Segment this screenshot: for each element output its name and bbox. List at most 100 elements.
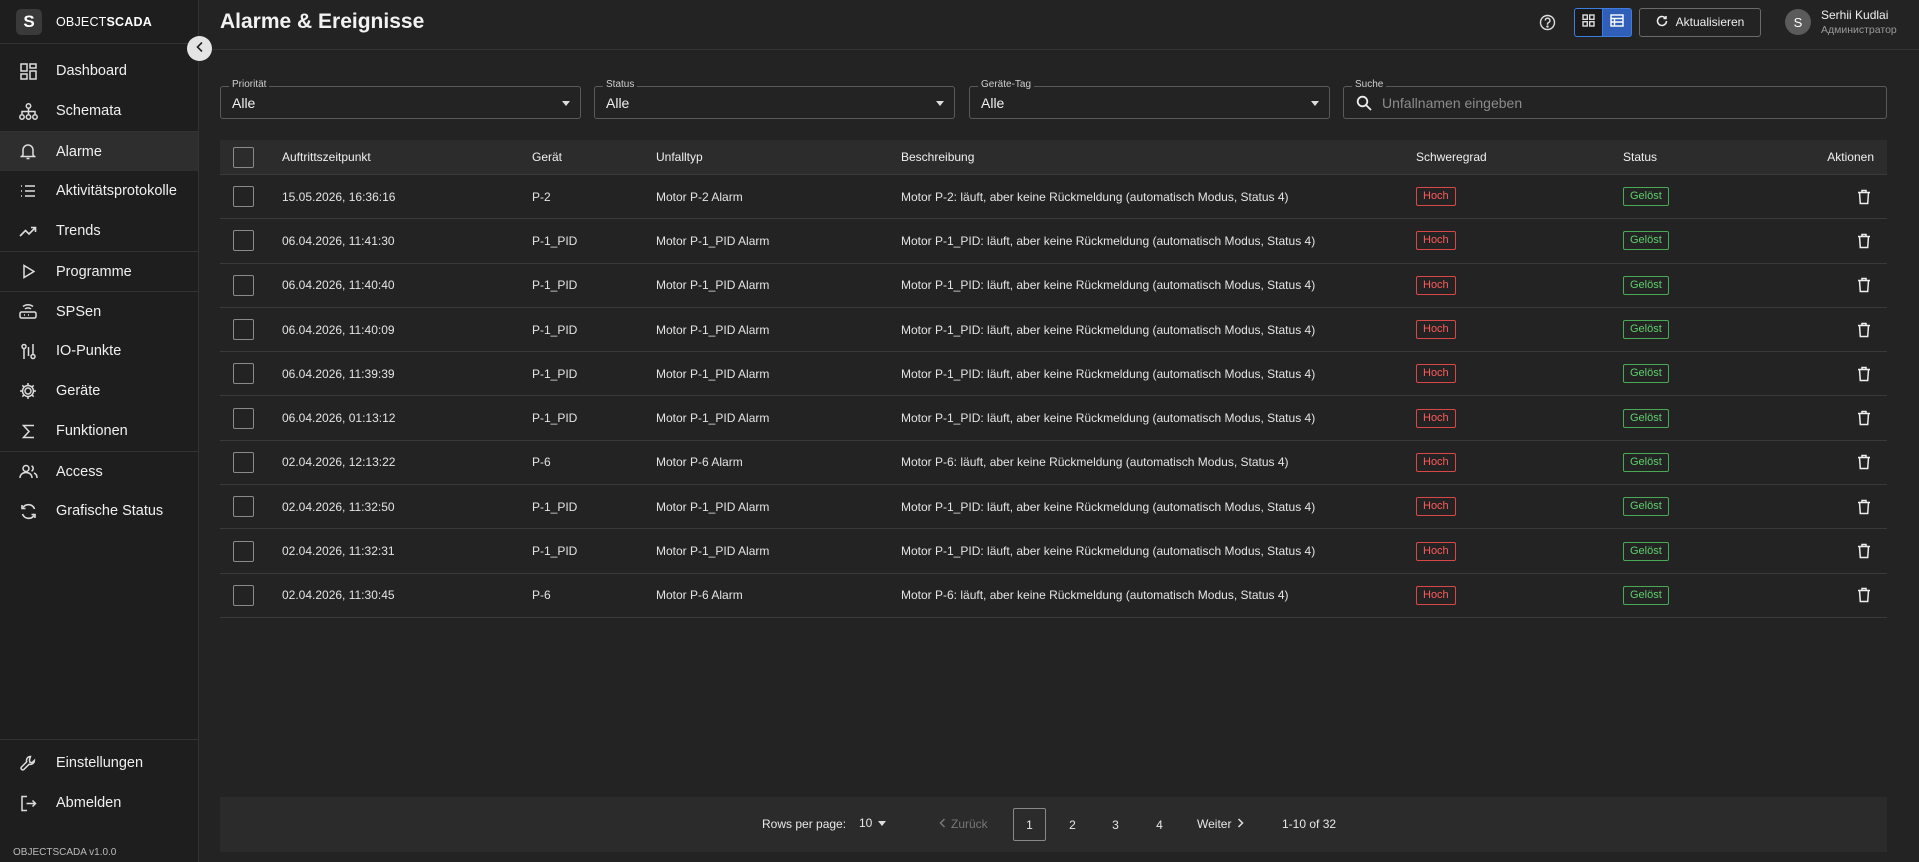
previous-page-label: Zurück [951,817,988,831]
trash-icon[interactable] [1854,275,1874,295]
row-checkbox[interactable] [233,363,254,385]
severity-badge: Hoch [1416,187,1456,207]
cell-description: Motor P-1_PID: läuft, aber keine Rückmel… [901,233,1316,248]
header-status[interactable]: Status [1623,150,1795,164]
trash-icon[interactable] [1854,320,1874,340]
row-checkbox[interactable] [233,584,254,606]
table-row[interactable]: 02.04.2026, 12:13:22 P-6 Motor P-6 Alarm Mo… [220,441,1887,486]
row-checkbox[interactable] [233,451,254,473]
cell-description: Motor P-6: läuft, aber keine Rückmeldung… [901,455,1289,470]
priority-select[interactable]: Priorität Alle [220,79,581,119]
cell-type: Motor P-1_PID Alarm [656,233,770,248]
table-row[interactable]: 02.04.2026, 11:32:50 P-1_PID Motor P-1_PID… [220,485,1887,530]
header-severity[interactable]: Schweregrad [1416,150,1623,164]
table-row[interactable]: 02.04.2026, 11:32:31 P-1_PID Motor P-1_PID… [220,529,1887,574]
cell-actions [1795,364,1887,384]
table-row[interactable]: 06.04.2026, 11:41:30 P-1_PID Motor P-1_PID… [220,219,1887,264]
cell-severity: Hoch [1416,187,1623,207]
row-checkbox[interactable] [233,319,254,341]
trash-icon[interactable] [1854,585,1874,605]
table-row[interactable]: 06.04.2026, 01:13:12 P-1_PID Motor P-1_PID… [220,396,1887,441]
cell-status: Gelöst [1623,585,1795,605]
sidebar-item-grafische-status[interactable]: Grafische Status [0,491,198,531]
table-row[interactable]: 06.04.2026, 11:40:09 P-1_PID Motor P-1_PID… [220,308,1887,353]
sidebar-item-alarme[interactable]: Alarme [0,131,198,171]
header-type[interactable]: Unfalltyp [656,150,901,164]
sidebar-item-io-punkte[interactable]: IO-Punkte [0,331,198,371]
refresh-label: Aktualisieren [1675,15,1745,29]
sidebar-item-programme[interactable]: Programme [0,251,198,291]
sidebar-item-aktivitaetsprotokolle[interactable]: Aktivitätsprotokolle [0,171,198,211]
cell-severity: Hoch [1416,275,1623,295]
status-badge: Gelöst [1623,275,1669,295]
header-description[interactable]: Beschreibung [901,150,1416,164]
cell-type: Motor P-1_PID Alarm [656,499,770,514]
status-badge: Gelöst [1623,408,1669,428]
sidebar-item-funktionen[interactable]: Funktionen [0,411,198,451]
page-button-4[interactable]: 4 [1143,808,1176,841]
cell-status: Gelöst [1623,408,1795,428]
wrench-icon [18,753,38,773]
page-button-2[interactable]: 2 [1056,808,1089,841]
sidebar-item-abmelden[interactable]: Abmelden [0,783,199,823]
user-menu[interactable]: S Serhii Kudlai Администратор [1785,7,1919,37]
page-button-1[interactable]: 1 [1013,808,1046,841]
header-time[interactable]: Auftrittszeitpunkt [282,150,532,164]
sidebar-item-spsen[interactable]: SPSen [0,291,198,331]
sidebar-item-schemata[interactable]: Schemata [0,91,198,131]
trash-icon[interactable] [1854,408,1874,428]
trash-icon[interactable] [1854,541,1874,561]
rows-per-page-select[interactable]: 10 [859,816,887,830]
sidebar-item-einstellungen[interactable]: Einstellungen [0,743,199,783]
status-select[interactable]: Status Alle [594,79,955,119]
view-toggle [1574,7,1632,37]
trash-icon[interactable] [1854,452,1874,472]
sidebar-item-trends[interactable]: Trends [0,211,198,251]
sidebar-item-geraete[interactable]: Geräte [0,371,198,411]
table-view-button[interactable] [1603,7,1632,37]
row-checkbox[interactable] [233,540,254,562]
device-tag-select[interactable]: Geräte-Tag Alle [969,79,1330,119]
brand-name: OBJECTSCADA [56,15,152,29]
chevron-left-icon [939,817,946,831]
priority-value: Alle [232,95,256,111]
sidebar-item-label: Funktionen [56,423,128,439]
cell-status: Gelöst [1623,231,1795,251]
header-device[interactable]: Gerät [532,150,656,164]
row-checkbox[interactable] [233,230,254,252]
gear-icon [18,381,38,401]
help-icon[interactable] [1538,13,1556,31]
status-badge: Gelöst [1623,541,1669,561]
cell-time: 02.04.2026, 11:32:50 [282,499,395,514]
trash-icon[interactable] [1854,187,1874,207]
cell-description: Motor P-1_PID: läuft, aber keine Rückmel… [901,322,1316,337]
row-checkbox[interactable] [233,407,254,429]
cell-device: P-1_PID [532,233,578,248]
cell-time: 06.04.2026, 11:40:09 [282,322,395,337]
page-button-3[interactable]: 3 [1099,808,1132,841]
table-row[interactable]: 06.04.2026, 11:40:40 P-1_PID Motor P-1_PID… [220,264,1887,308]
sidebar-item-label: Schemata [56,103,122,119]
refresh-button[interactable]: Aktualisieren [1639,7,1761,37]
search-input[interactable] [1382,92,1862,114]
trash-icon[interactable] [1854,231,1874,251]
select-all-checkbox[interactable] [233,146,254,168]
row-checkbox[interactable] [233,186,254,208]
table-row[interactable]: 15.05.2026, 16:36:16 P-2 Motor P-2 Alarm Mo… [220,175,1887,220]
table-row[interactable]: 06.04.2026, 11:39:39 P-1_PID Motor P-1_PID… [220,352,1887,397]
previous-page-button[interactable]: Zurück [939,817,988,831]
cell-time: 06.04.2026, 11:40:40 [282,278,395,293]
table-row[interactable]: 02.04.2026, 11:30:45 P-6 Motor P-6 Alarm Mo… [220,574,1887,618]
sidebar-item-access[interactable]: Access [0,451,198,491]
sidebar-collapse-button[interactable] [187,36,212,61]
grid-view-button[interactable] [1574,7,1603,37]
cell-type: Motor P-1_PID Alarm [656,278,770,293]
next-page-button[interactable]: Weiter [1197,817,1245,831]
row-checkbox[interactable] [233,274,254,296]
row-checkbox[interactable] [233,496,254,518]
rows-per-page-label: Rows per page: [762,817,847,831]
row-select-cell [220,451,282,473]
trash-icon[interactable] [1854,497,1874,517]
trash-icon[interactable] [1854,364,1874,384]
sidebar-item-dashboard[interactable]: Dashboard [0,51,198,91]
